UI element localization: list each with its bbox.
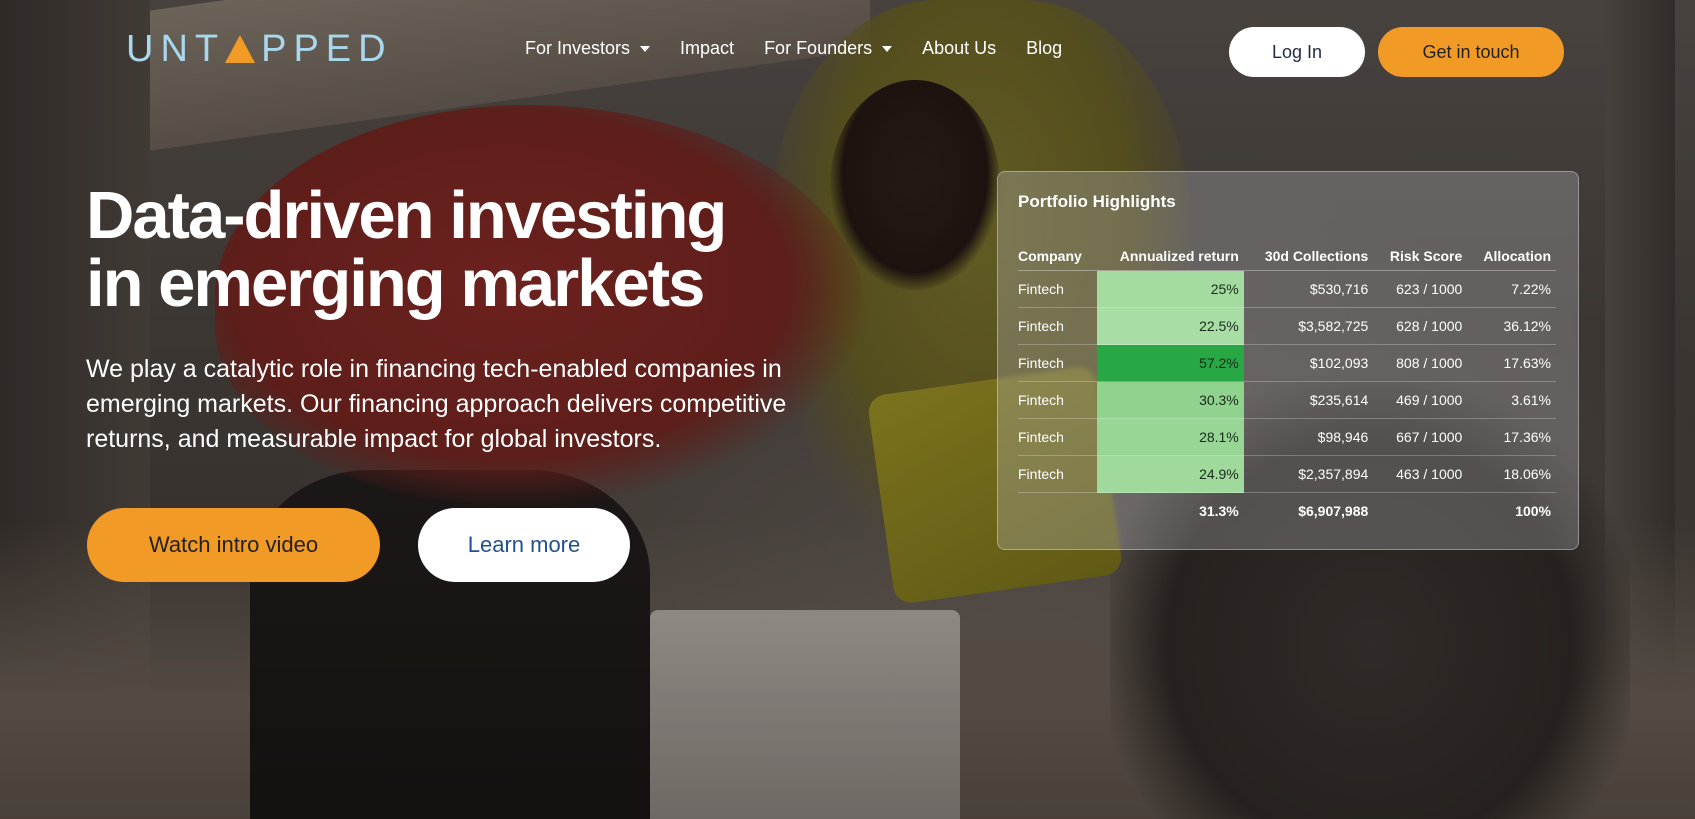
- nav-item-label: Impact: [680, 38, 735, 58]
- cell-risk-score: 469 / 1000: [1373, 381, 1468, 419]
- cell-risk-score: 628 / 1000: [1373, 307, 1468, 345]
- cell-collections: $3,582,725: [1243, 307, 1374, 345]
- cell-allocation: 7.22%: [1467, 270, 1556, 308]
- nav-item-for-founders[interactable]: For Founders: [764, 38, 893, 59]
- table-header-row: Company Annualized return 30d Collection…: [1018, 242, 1556, 271]
- logo-triangle-icon: [225, 35, 256, 63]
- chevron-down-icon: [640, 45, 651, 52]
- cell-risk-score: 463 / 1000: [1373, 455, 1468, 493]
- nav-item-label: For Founders: [764, 38, 873, 58]
- nav-item-about-us[interactable]: About Us: [922, 38, 996, 59]
- logo-text-end: PPED: [261, 28, 393, 70]
- cell-risk-score: 808 / 1000: [1373, 344, 1468, 382]
- learn-more-button[interactable]: Learn more: [418, 508, 630, 582]
- table-total-row: 31.3% $6,907,988 100%: [1018, 493, 1556, 530]
- cell-company: Fintech: [1018, 455, 1097, 493]
- cell-company: [1018, 493, 1097, 530]
- cell-annualized-return: 28.1%: [1096, 418, 1244, 456]
- chevron-down-icon: [882, 45, 893, 52]
- cell-company: Fintech: [1018, 307, 1097, 345]
- cell-allocation: 17.63%: [1467, 344, 1556, 382]
- cell-collections: $2,357,894: [1243, 455, 1374, 493]
- cell-risk-score: [1373, 493, 1467, 530]
- untapped-logo[interactable]: UNT PPED: [126, 28, 393, 71]
- table-row: Fintech 24.9% $2,357,894 463 / 1000 18.0…: [1018, 455, 1556, 493]
- cell-company: Fintech: [1018, 418, 1097, 456]
- cell-allocation: 3.61%: [1467, 381, 1556, 419]
- cell-collections: $530,716: [1243, 270, 1374, 308]
- total-annualized-return: 31.3%: [1199, 503, 1239, 519]
- total-collections: $6,907,988: [1298, 503, 1369, 519]
- cell-company: Fintech: [1018, 270, 1097, 308]
- cell-collections: $102,093: [1243, 344, 1374, 382]
- main-nav: For Investors Impact For Founders About …: [525, 38, 1092, 59]
- watch-intro-video-button[interactable]: Watch intro video: [87, 508, 380, 582]
- cell-company: Fintech: [1018, 381, 1097, 419]
- table-row: Fintech 25% $530,716 623 / 1000 7.22%: [1018, 270, 1556, 308]
- nav-item-label: Blog: [1026, 38, 1063, 58]
- total-allocation: 100%: [1515, 503, 1551, 519]
- table-row: Fintech 22.5% $3,582,725 628 / 1000 36.1…: [1018, 307, 1556, 345]
- column-header-collections: 30d Collections: [1243, 242, 1374, 271]
- nav-item-label: About Us: [922, 38, 997, 58]
- login-button[interactable]: Log In: [1229, 27, 1365, 77]
- cell-annualized-return: 24.9%: [1096, 455, 1244, 493]
- table-row: Fintech 28.1% $98,946 667 / 1000 17.36%: [1018, 418, 1556, 456]
- nav-item-blog[interactable]: Blog: [1026, 38, 1062, 59]
- hero-title-line-2: in emerging markets: [86, 246, 705, 321]
- cell-collections: $235,614: [1243, 381, 1374, 419]
- cell-risk-score: 623 / 1000: [1373, 270, 1468, 308]
- table-row: Fintech 57.2% $102,093 808 / 1000 17.63%: [1018, 344, 1556, 382]
- hero-subtitle: We play a catalytic role in financing te…: [86, 355, 787, 453]
- nav-item-impact[interactable]: Impact: [680, 38, 734, 59]
- column-header-company: Company: [1018, 242, 1097, 271]
- table-row: Fintech 30.3% $235,614 469 / 1000 3.61%: [1018, 381, 1556, 419]
- site-header: UNT PPED For Investors Impact For Founder…: [0, 0, 1695, 100]
- column-header-risk-score: Risk Score: [1373, 242, 1468, 271]
- cell-annualized-return: 30.3%: [1096, 381, 1244, 419]
- portfolio-table: Company Annualized return 30d Collection…: [1018, 242, 1556, 529]
- cell-annualized-return: 22.5%: [1096, 307, 1244, 345]
- cell-annualized-return: 57.2%: [1096, 344, 1244, 382]
- cell-allocation: 17.36%: [1467, 418, 1556, 456]
- cell-allocation: 18.06%: [1467, 455, 1556, 493]
- nav-item-for-investors[interactable]: For Investors: [525, 38, 651, 59]
- column-header-annualized-return: Annualized return: [1096, 242, 1244, 271]
- column-header-allocation: Allocation: [1467, 242, 1556, 271]
- nav-item-label: For Investors: [525, 38, 631, 58]
- cell-risk-score: 667 / 1000: [1373, 418, 1468, 456]
- cell-company: Fintech: [1018, 344, 1097, 382]
- cell-allocation: 36.12%: [1467, 307, 1556, 345]
- cell-collections: $98,946: [1243, 418, 1374, 456]
- hero-title-line-1: Data-driven investing: [86, 178, 727, 253]
- cell-annualized-return: 25%: [1096, 270, 1244, 308]
- portfolio-title: Portfolio Highlights: [1018, 192, 1176, 211]
- hero-title: Data-driven investing in emerging market…: [86, 182, 846, 318]
- portfolio-highlights-card: Portfolio Highlights Company Annualized …: [997, 171, 1579, 550]
- get-in-touch-button[interactable]: Get in touch: [1378, 27, 1564, 77]
- logo-text-start: UNT: [126, 28, 226, 70]
